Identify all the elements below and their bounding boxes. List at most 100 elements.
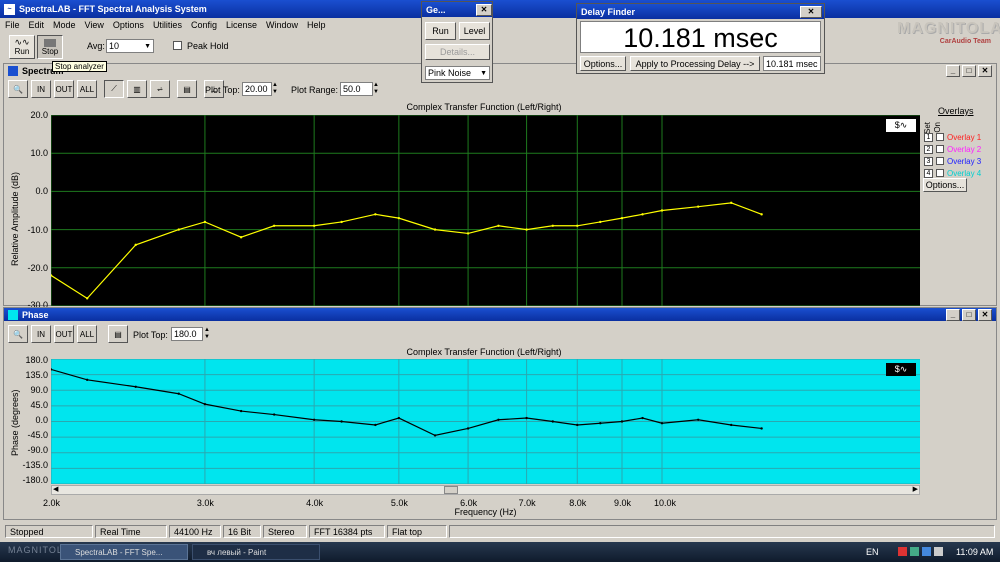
- run-button[interactable]: ∿∿ Run: [9, 35, 35, 59]
- overlay-3-checkbox[interactable]: [936, 157, 944, 165]
- phase-close-button[interactable]: ✕: [978, 308, 992, 321]
- spectrum-plot-top-spinner[interactable]: ▲ ▼: [272, 82, 278, 96]
- scroll-left-icon[interactable]: ◀: [53, 485, 58, 493]
- generator-close-button[interactable]: ✕: [476, 3, 492, 16]
- stop-button[interactable]: Stop: [37, 35, 63, 59]
- menu-options[interactable]: Options: [113, 20, 144, 32]
- tray-icon-3[interactable]: [922, 547, 931, 556]
- overlay-2-checkbox[interactable]: [936, 145, 944, 153]
- spectrum-maximize-button[interactable]: □: [962, 64, 976, 77]
- generator-run-button[interactable]: Run: [425, 22, 456, 40]
- menu-utilities[interactable]: Utilities: [153, 20, 182, 32]
- data-point: [272, 413, 276, 416]
- data-point: [497, 224, 500, 227]
- status-empty: [449, 525, 995, 538]
- spectrum-plot-range-input[interactable]: 50.0: [340, 82, 373, 96]
- taskbar-item-spectralab[interactable]: SpectraLAB - FFT Spe...: [60, 544, 188, 560]
- data-point: [497, 418, 500, 421]
- zoom-out-2x-icon[interactable]: OUT: [54, 80, 74, 98]
- data-point: [696, 418, 700, 421]
- taskbar: MAGNITOLA SPEC LAB NET SpectraLAB - FFT …: [0, 542, 1000, 562]
- phase-zoom-all-icon[interactable]: ALL: [77, 325, 97, 343]
- generator-titlebar: Ge... ✕: [422, 2, 492, 17]
- spectrum-y-ticks: 20.0 10.0 0.0 -10.0 -20.0 -30.0: [27, 110, 48, 310]
- scroll-thumb[interactable]: [444, 486, 458, 494]
- generator-details-button[interactable]: Details...: [425, 44, 490, 60]
- overlay-4-checkbox[interactable]: [936, 169, 944, 177]
- phase-maximize-button[interactable]: □: [962, 308, 976, 321]
- delay-finder-close-button[interactable]: ✕: [800, 5, 822, 18]
- octave-plot-icon[interactable]: ⩫: [150, 80, 170, 98]
- menu-window[interactable]: Window: [266, 20, 298, 32]
- stop-tooltip: Stop analyzer: [52, 61, 107, 72]
- language-indicator[interactable]: EN: [866, 547, 879, 557]
- spectrum-plot-top-input[interactable]: 20.00: [242, 82, 272, 96]
- phase-zoom-in-icon[interactable]: IN: [31, 325, 51, 343]
- spectrum-minimize-button[interactable]: _: [946, 64, 960, 77]
- overlay-item-1[interactable]: 1 Overlay 1: [924, 131, 981, 143]
- magnitola-logo: MAGNITOLA CarAudio Team: [897, 20, 1000, 45]
- zoom-in-2x-icon[interactable]: IN: [31, 80, 51, 98]
- taskbar-item-paint[interactable]: вч левый - Paint: [192, 544, 320, 560]
- delay-finder-titlebar: Delay Finder ✕: [577, 4, 824, 19]
- phase-settings-icon[interactable]: ▤: [108, 325, 128, 343]
- bar-plot-icon[interactable]: ▥: [127, 80, 147, 98]
- phase-plot-top-label: Plot Top:: [133, 330, 168, 340]
- scroll-right-icon[interactable]: ▶: [913, 485, 918, 493]
- data-point: [134, 385, 137, 388]
- data-point: [599, 220, 602, 224]
- menu-license[interactable]: License: [226, 20, 257, 32]
- tray-icon-2[interactable]: [910, 547, 919, 556]
- status-bits: 16 Bit: [223, 525, 261, 538]
- data-point: [272, 224, 276, 227]
- overlay-item-2[interactable]: 2 Overlay 2: [924, 143, 981, 155]
- apply-delay-button[interactable]: Apply to Processing Delay -->: [630, 56, 760, 71]
- data-point: [433, 228, 437, 231]
- spectrum-plot[interactable]: [51, 115, 920, 306]
- menu-view[interactable]: View: [85, 20, 104, 32]
- overlay-1-checkbox[interactable]: [936, 133, 944, 141]
- phase-zoom-out-icon[interactable]: OUT: [54, 325, 74, 343]
- zoom-out-full-icon[interactable]: ALL: [77, 80, 97, 98]
- status-mode: Real Time: [95, 525, 167, 538]
- spectrum-plot-range-spinner[interactable]: ▲ ▼: [373, 82, 379, 96]
- data-point: [374, 213, 377, 216]
- phase-legend-icon: $∿: [886, 363, 916, 376]
- data-point: [641, 416, 644, 420]
- status-fft: FFT 16384 pts: [309, 525, 385, 538]
- generator-level-button[interactable]: Level: [459, 22, 490, 40]
- menu-edit[interactable]: Edit: [29, 20, 45, 32]
- spectrum-window-icon: [8, 65, 18, 76]
- phase-chart-title: Complex Transfer Function (Left/Right): [406, 347, 562, 357]
- noise-select[interactable]: Pink Noise ▼: [425, 66, 490, 80]
- spectrum-close-button[interactable]: ✕: [978, 64, 992, 77]
- phase-plot-top-spinner[interactable]: ▲ ▼: [204, 327, 210, 341]
- menu-config[interactable]: Config: [191, 20, 217, 32]
- avg-select[interactable]: 10 ▼: [106, 39, 154, 53]
- phase-plot[interactable]: [51, 359, 920, 484]
- line-plot-icon[interactable]: ⟋: [104, 80, 124, 98]
- overlays-options-button[interactable]: Options...: [923, 178, 967, 192]
- phase-h-scrollbar[interactable]: ◀ ▶: [51, 485, 920, 495]
- menu-mode[interactable]: Mode: [53, 20, 76, 32]
- overlay-item-3[interactable]: 3 Overlay 3: [924, 155, 981, 167]
- phase-plot-top-input[interactable]: 180.0: [171, 327, 203, 341]
- data-point: [525, 416, 528, 420]
- phase-minimize-button[interactable]: _: [946, 308, 960, 321]
- chevron-down-icon: ▼: [144, 42, 151, 50]
- clock: 11:09 AM: [956, 547, 994, 557]
- menu-help[interactable]: Help: [307, 20, 326, 32]
- peak-hold-checkbox[interactable]: [173, 41, 182, 50]
- settings-icon[interactable]: ▤: [177, 80, 197, 98]
- zoom-icon[interactable]: 🔍: [8, 80, 28, 98]
- data-point: [340, 420, 343, 423]
- menu-file[interactable]: File: [5, 20, 20, 32]
- data-point: [239, 409, 243, 413]
- phase-zoom-icon[interactable]: 🔍: [8, 325, 28, 343]
- data-point: [397, 416, 401, 420]
- data-point: [433, 434, 437, 437]
- data-point: [696, 205, 700, 208]
- volume-icon[interactable]: [934, 547, 943, 556]
- tray-icon-1[interactable]: [898, 547, 907, 556]
- delay-options-button[interactable]: Options...: [580, 56, 626, 71]
